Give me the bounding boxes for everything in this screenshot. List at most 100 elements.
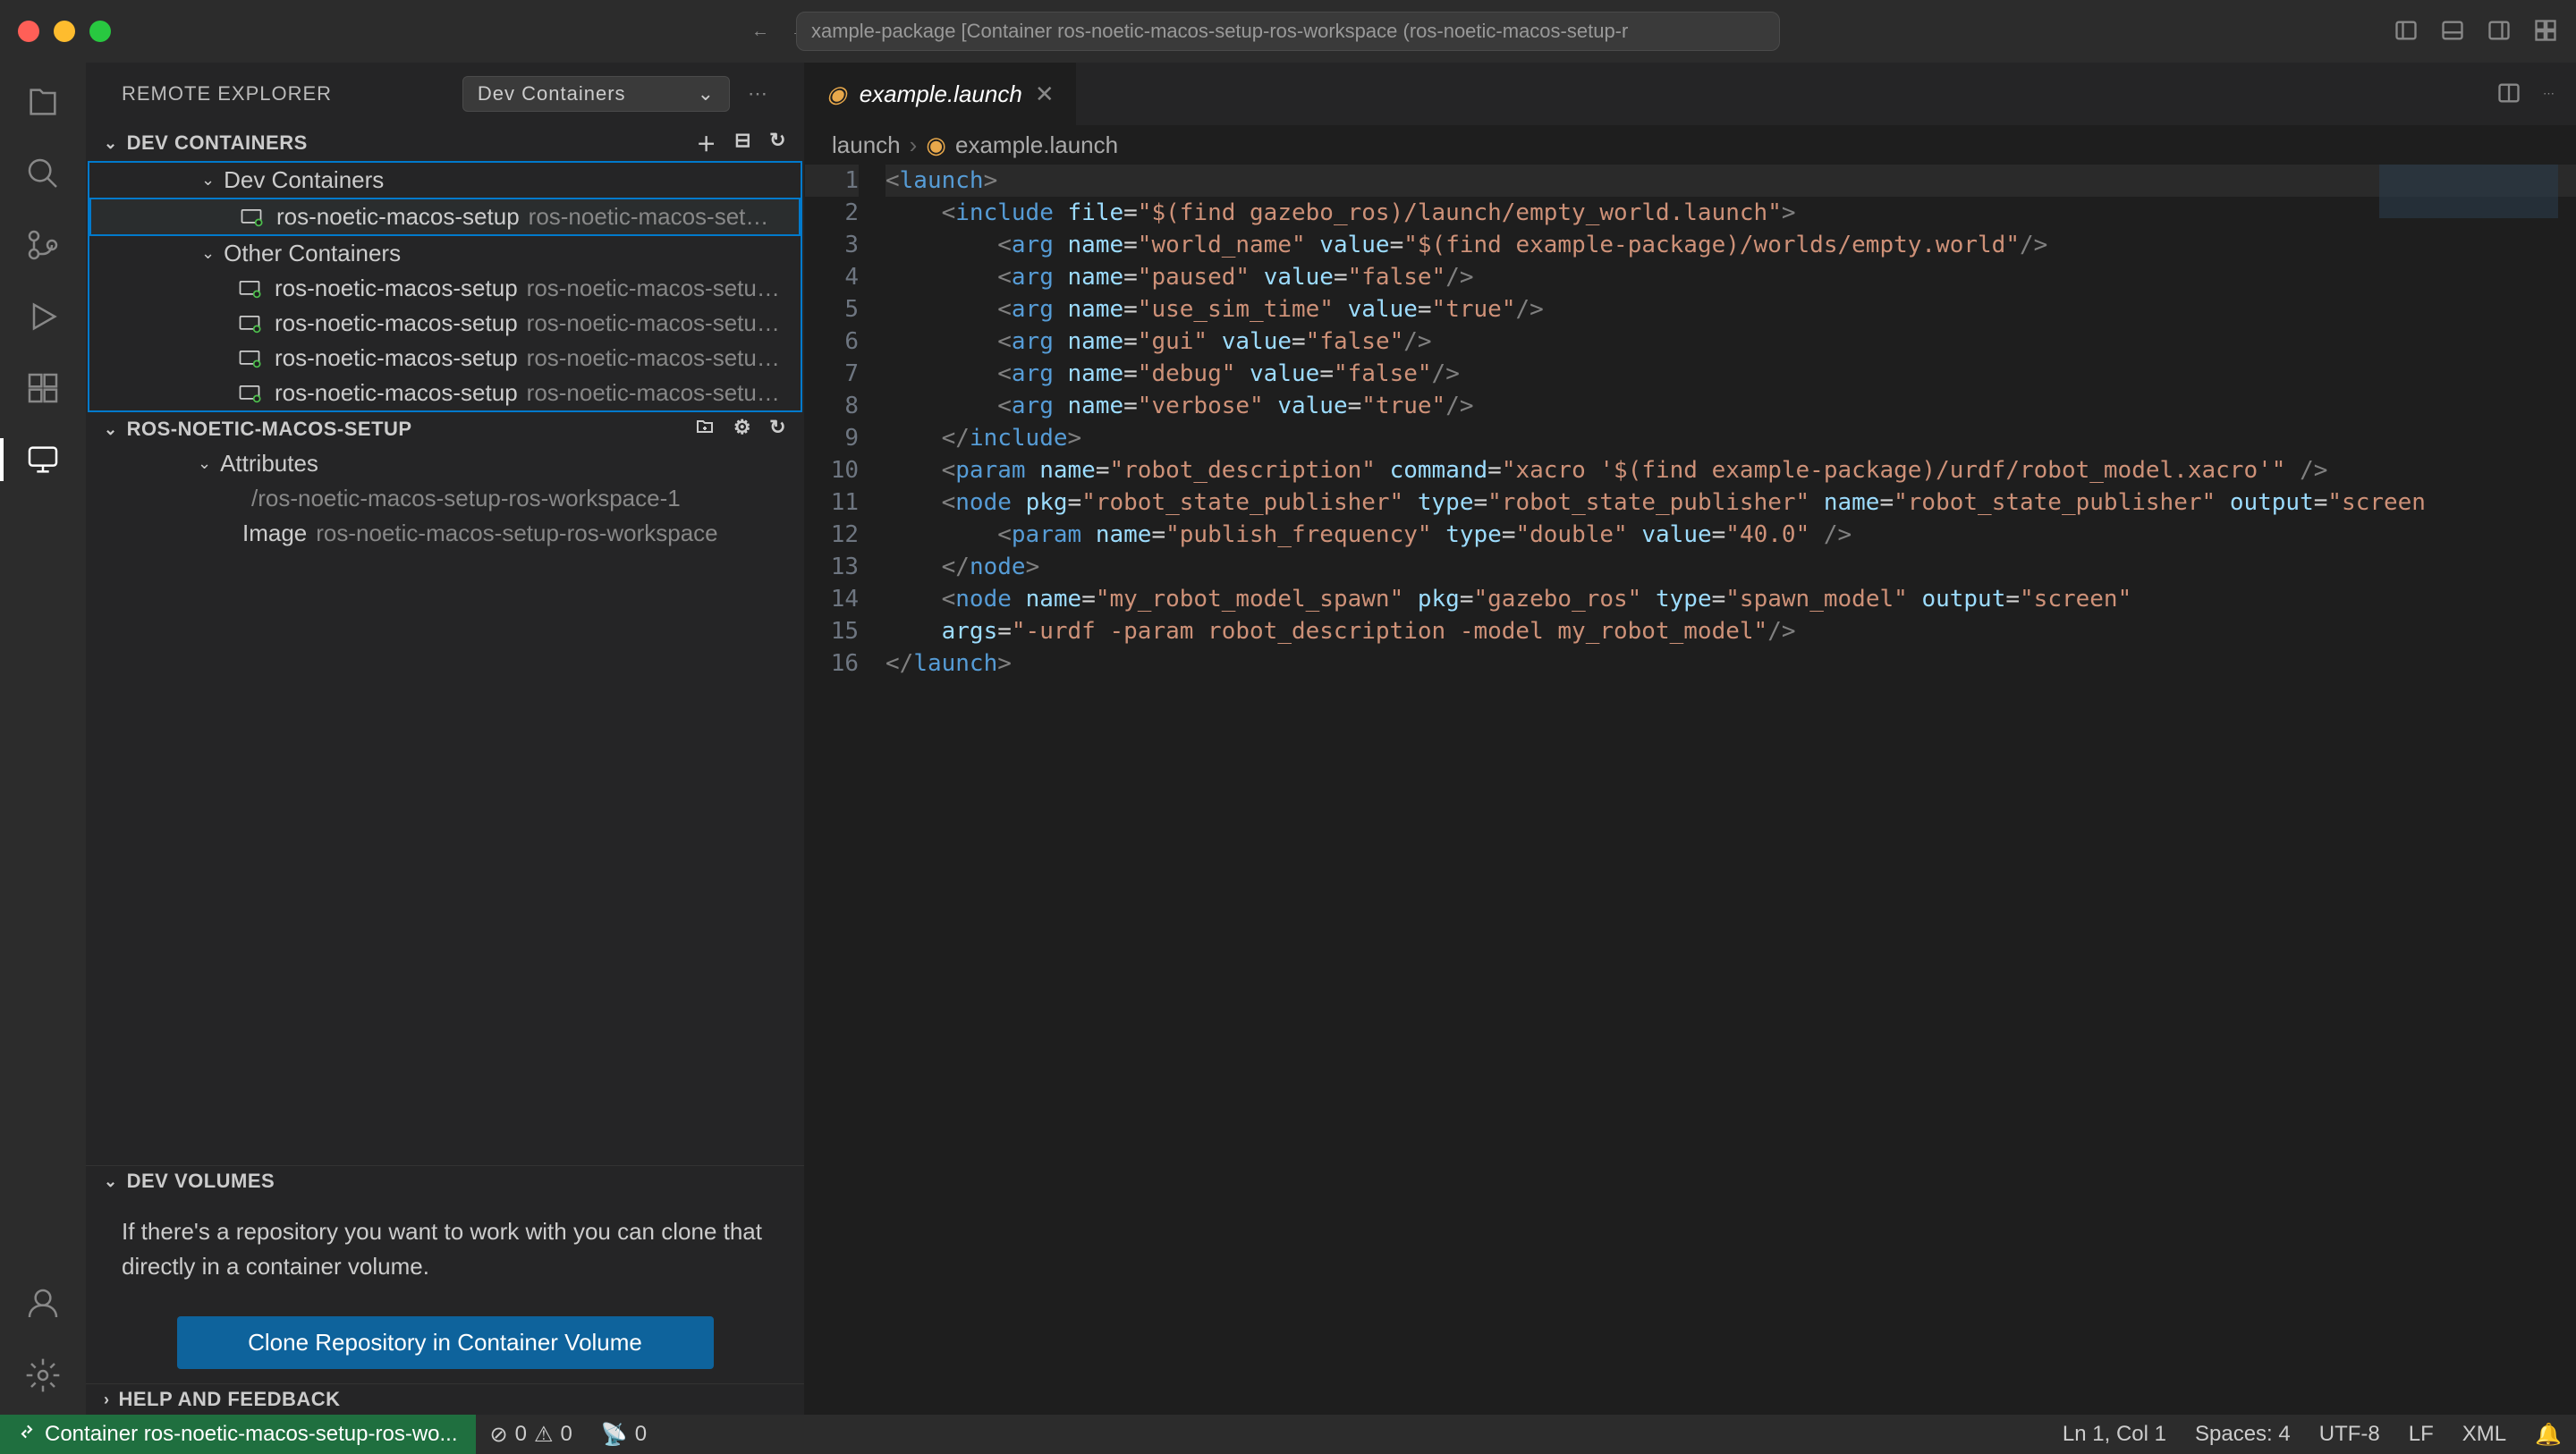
encoding[interactable]: UTF-8 [2305,1422,2394,1448]
command-center[interactable]: xample-package [Container ros-noetic-mac… [796,12,1780,51]
project-section-header[interactable]: ⌄ ROS-NOETIC-MACOS-SETUP ⚙ ↻ [86,412,804,446]
gear-icon[interactable]: ⚙ [733,416,751,443]
container-item[interactable]: ros-noetic-macos-setup ros-noetic-macos-… [89,306,801,341]
attributes-group[interactable]: ⌄ Attributes [86,446,804,481]
error-icon: ⊘ [490,1422,508,1448]
breadcrumbs[interactable]: launch › ◉ example.launch [805,125,2576,165]
cursor-position[interactable]: Ln 1, Col 1 [2048,1422,2181,1448]
item-name: ros-noetic-macos-setup [275,309,518,337]
item-desc: ros-noetic-macos-setup-webviz-1 [527,309,783,337]
more-actions-icon[interactable]: ⋯ [2543,87,2555,101]
dev-volumes-text: If there's a repository you want to work… [86,1196,804,1302]
container-running-icon [237,381,262,406]
toggle-primary-sidebar-icon[interactable] [2394,18,2419,46]
launch-file-icon: ◉ [926,131,946,159]
sidebar-spacer [86,551,804,1165]
minimize-window-button[interactable] [54,21,75,42]
toggle-secondary-sidebar-icon[interactable] [2487,18,2512,46]
dev-containers-group[interactable]: ⌄ Dev Containers [89,163,801,198]
refresh-icon[interactable]: ↻ [769,129,786,157]
line-numbers: 12345678910111213141516 [805,165,886,1415]
remote-label: Container ros-noetic-macos-setup-ros-wo.… [45,1422,458,1447]
attr-val: /ros-noetic-macos-setup-ros-workspace-1 [251,485,681,512]
chevron-down-icon: ⌄ [198,454,211,473]
breadcrumb-file[interactable]: example.launch [955,131,1118,159]
collapse-icon[interactable]: ⊟ [734,129,751,157]
explorer-activity[interactable] [21,80,64,123]
warning-icon: ⚠ [534,1422,554,1448]
minimap[interactable] [2379,165,2558,343]
other-containers-group[interactable]: ⌄ Other Containers [89,236,801,271]
close-tab-icon[interactable]: ✕ [1035,80,1055,108]
new-folder-icon[interactable] [694,416,716,443]
notifications-icon[interactable]: 🔔 [2521,1422,2576,1448]
group-label: Dev Containers [224,166,384,194]
item-name: ros-noetic-macos-setup [276,203,520,231]
window-controls [18,21,111,42]
settings-activity[interactable] [21,1354,64,1397]
chevron-down-icon: ⌄ [104,134,118,153]
container-item[interactable]: ros-noetic-macos-setup ros-noetic-macos-… [89,198,801,236]
help-section-header[interactable]: › HELP AND FEEDBACK [86,1384,804,1415]
attribute-row: /ros-noetic-macos-setup-ros-workspace-1 [86,481,804,516]
activity-bar [0,63,86,1415]
customize-layout-icon[interactable] [2533,18,2558,46]
chevron-right-icon: › [104,1391,110,1409]
chevron-right-icon: › [910,131,918,159]
error-count: 0 [515,1422,527,1447]
dev-volumes-section-header[interactable]: ⌄ DEV VOLUMES [86,1166,804,1196]
chevron-down-icon: ⌄ [698,82,715,106]
search-activity[interactable] [21,152,64,195]
attr-val: ros-noetic-macos-setup-ros-workspace [316,520,717,547]
nav-back-button[interactable]: ← [751,21,769,42]
launch-file-icon: ◉ [826,80,847,108]
refresh-icon[interactable]: ↻ [769,416,786,443]
editor-area: ◉ example.launch ✕ ⋯ launch › ◉ example.… [805,63,2576,1415]
toggle-panel-icon[interactable] [2440,18,2465,46]
errors-warnings[interactable]: ⊘0 ⚠0 [476,1422,587,1448]
sidebar-title: REMOTE EXPLORER [122,82,332,106]
remote-type-dropdown[interactable]: Dev Containers ⌄ [462,76,730,112]
code-area[interactable]: <launch> <include file="$(find gazebo_ro… [886,165,2576,1415]
source-control-activity[interactable] [21,224,64,266]
dev-containers-section-header[interactable]: ⌄ DEV CONTAINERS ＋ ⊟ ↻ [86,125,804,161]
forwarded-ports[interactable]: 📡0 [587,1422,661,1448]
close-window-button[interactable] [18,21,39,42]
more-actions-button[interactable]: ⋯ [748,82,768,106]
container-running-icon [237,276,262,301]
attr-key: Image [242,520,307,547]
remote-indicator[interactable]: Container ros-noetic-macos-setup-ros-wo.… [0,1415,476,1454]
container-item[interactable]: ros-noetic-macos-setup ros-noetic-macos-… [89,376,801,410]
group-label: Attributes [220,450,318,478]
sidebar-header: REMOTE EXPLORER Dev Containers ⌄ ⋯ [86,63,804,125]
clone-repository-button[interactable]: Clone Repository in Container Volume [177,1316,714,1369]
item-desc: ros-noetic-macos-setup-ros-wo... [529,203,781,231]
ports-count: 0 [635,1422,647,1447]
maximize-window-button[interactable] [89,21,111,42]
remote-explorer-activity[interactable] [21,438,64,481]
editor-tab[interactable]: ◉ example.launch ✕ [805,63,1076,125]
container-item[interactable]: ros-noetic-macos-setup ros-noetic-macos-… [89,341,801,376]
breadcrumb-folder[interactable]: launch [832,131,901,159]
item-name: ros-noetic-macos-setup [275,379,518,407]
section-title: DEV VOLUMES [127,1170,275,1193]
language-mode[interactable]: XML [2448,1422,2521,1448]
extensions-activity[interactable] [21,367,64,410]
attribute-row: Image ros-noetic-macos-setup-ros-workspa… [86,516,804,551]
container-item[interactable]: ros-noetic-macos-setup ros-noetic-macos-… [89,271,801,306]
indentation[interactable]: Spaces: 4 [2181,1422,2305,1448]
editor-tabs: ◉ example.launch ✕ ⋯ [805,63,2576,125]
dropdown-label: Dev Containers [478,82,626,106]
run-debug-activity[interactable] [21,295,64,338]
new-container-icon[interactable]: ＋ [697,129,717,157]
warning-count: 0 [560,1422,572,1447]
accounts-activity[interactable] [21,1282,64,1325]
item-name: ros-noetic-macos-setup [275,344,518,372]
split-editor-icon[interactable] [2496,80,2521,108]
item-desc: ros-noetic-macos-setup-ssh-1 [527,275,783,302]
editor-content[interactable]: 12345678910111213141516 <launch> <includ… [805,165,2576,1415]
section-title: ROS-NOETIC-MACOS-SETUP [127,418,412,441]
section-title: HELP AND FEEDBACK [119,1388,341,1411]
chevron-down-icon: ⌄ [201,171,215,190]
eol[interactable]: LF [2394,1422,2448,1448]
